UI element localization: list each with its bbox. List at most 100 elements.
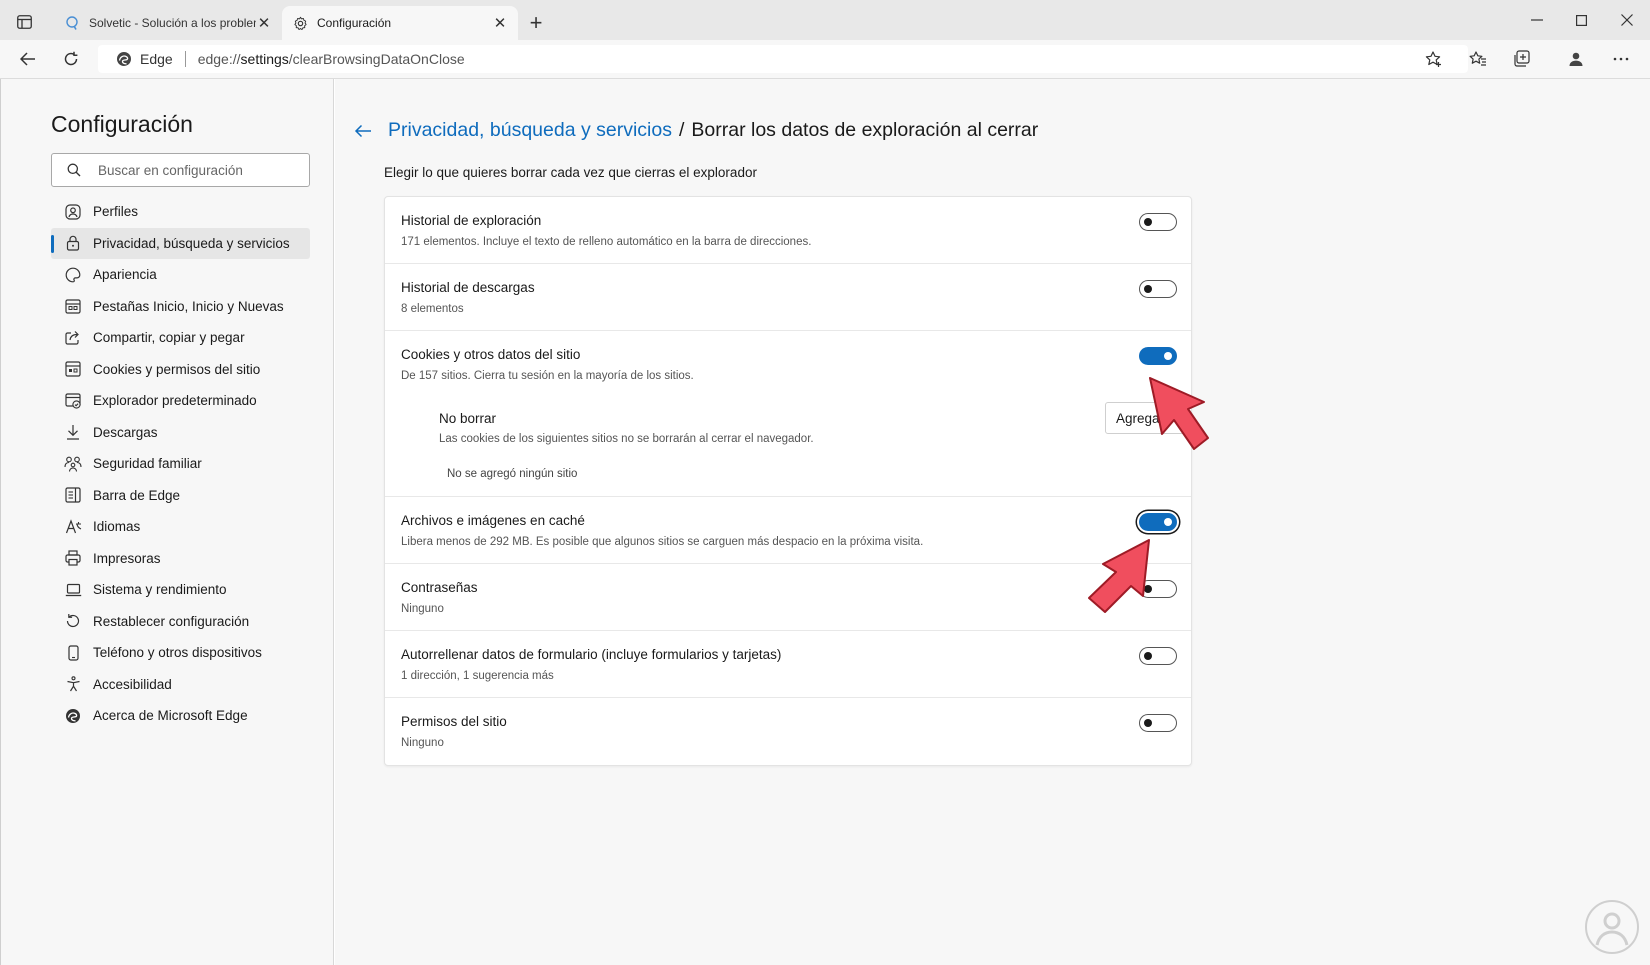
share-icon <box>64 329 82 347</box>
option-row-autorrellenar: Autorrellenar datos de formulario (inclu… <box>385 631 1191 698</box>
add-favorite-icon[interactable] <box>1419 45 1449 73</box>
annotation-arrow-icon <box>1088 539 1150 613</box>
new-tab-button[interactable]: + <box>525 12 547 34</box>
address-bar[interactable]: Edge edge://settings/clearBrowsingDataOn… <box>98 45 1468 73</box>
maximize-icon[interactable] <box>1561 8 1601 32</box>
url-text: edge://settings/clearBrowsingDataOnClose <box>197 51 465 67</box>
favorites-icon[interactable] <box>1463 45 1493 73</box>
back-icon[interactable] <box>13 45 43 73</box>
sidebar-item-seguridad-familiar[interactable]: Seguridad familiar <box>51 448 310 480</box>
breadcrumb: Privacidad, búsqueda y servicios / Borra… <box>352 119 1038 142</box>
tab-solvetic[interactable]: Solvetic - Solución a los problem ✕ <box>54 6 282 40</box>
no-borrar-section: No borrar Las cookies de los siguientes … <box>439 411 814 480</box>
site-permissions-icon <box>64 360 82 378</box>
sidebar-item-accesibilidad[interactable]: Accesibilidad <box>51 669 310 701</box>
sidebar-item-label: Acerca de Microsoft Edge <box>93 708 248 724</box>
option-subtitle: Libera menos de 292 MB. Es posible que a… <box>401 536 924 548</box>
option-subtitle: De 157 sitios. Cierra tu sesión en la ma… <box>401 370 694 382</box>
tab-configuracion[interactable]: Configuración ✕ <box>282 6 518 40</box>
sidebar-item-privacidad[interactable]: Privacidad, búsqueda y servicios <box>51 227 310 259</box>
sidebar-item-descargas[interactable]: Descargas <box>51 417 310 449</box>
sidebar-item-label: Privacidad, búsqueda y servicios <box>93 235 290 251</box>
autofill-toggle[interactable] <box>1139 647 1177 665</box>
sidebar-item-impresoras[interactable]: Impresoras <box>51 543 310 575</box>
sidebar-item-compartir[interactable]: Compartir, copiar y pegar <box>51 322 310 354</box>
no-borrar-subtitle: Las cookies de los siguientes sitios no … <box>439 433 814 445</box>
sidebar-item-label: Impresoras <box>93 550 161 566</box>
option-row-contrasenas: Contraseñas Ninguno <box>385 564 1191 631</box>
sidebar-item-label: Perfiles <box>93 204 139 220</box>
collections-icon[interactable] <box>1507 45 1537 73</box>
minimize-icon[interactable] <box>1517 8 1557 32</box>
option-row-historial-exploracion: Historial de exploración 171 elementos. … <box>385 197 1191 264</box>
option-title: Cookies y otros datos del sitio <box>401 347 581 362</box>
sidebar-item-label: Explorador predeterminado <box>93 393 257 409</box>
site-permissions-toggle[interactable] <box>1139 714 1177 732</box>
sidebar-item-label: Teléfono y otros dispositivos <box>93 645 262 661</box>
tab-title: Solvetic - Solución a los problem <box>89 16 256 30</box>
option-row-permisos: Permisos del sitio Ninguno <box>385 698 1191 765</box>
settings-nav: Perfiles Privacidad, búsqueda y servicio… <box>51 196 310 732</box>
title-bar: Solvetic - Solución a los problem ✕ Conf… <box>0 0 1650 40</box>
watermark-logo-icon <box>1585 900 1639 954</box>
option-title: Autorrellenar datos de formulario (inclu… <box>401 647 782 662</box>
default-browser-icon <box>64 392 82 410</box>
search-input[interactable] <box>96 161 300 179</box>
no-sites-text: No se agregó ningún sitio <box>447 468 578 480</box>
option-title: Permisos del sitio <box>401 714 507 729</box>
option-subtitle: 8 elementos <box>401 303 464 315</box>
download-history-toggle[interactable] <box>1139 280 1177 298</box>
edge-bar-icon <box>64 486 82 504</box>
laptop-icon <box>64 581 82 599</box>
tab-close-icon[interactable]: ✕ <box>256 15 272 32</box>
refresh-icon[interactable] <box>56 45 86 73</box>
breadcrumb-parent-link[interactable]: Privacidad, búsqueda y servicios <box>388 119 672 142</box>
sidebar-item-restablecer[interactable]: Restablecer configuración <box>51 606 310 638</box>
sidebar-item-apariencia[interactable]: Apariencia <box>51 259 310 291</box>
profile-avatar-icon[interactable] <box>1561 45 1591 73</box>
option-row-historial-descargas: Historial de descargas 8 elementos <box>385 264 1191 331</box>
palette-icon <box>64 266 82 284</box>
edge-icon <box>64 707 82 725</box>
back-arrow-icon[interactable] <box>352 120 374 142</box>
tab-actions-icon[interactable] <box>10 10 38 34</box>
option-row-cookies: Cookies y otros datos del sitio De 157 s… <box>385 331 1191 497</box>
cache-toggle[interactable] <box>1139 513 1177 531</box>
family-icon <box>64 455 82 473</box>
sidebar-item-label: Cookies y permisos del sitio <box>93 361 261 377</box>
search-box[interactable] <box>51 153 310 187</box>
close-window-icon[interactable] <box>1607 8 1647 32</box>
address-divider <box>184 51 186 67</box>
sidebar-item-sistema[interactable]: Sistema y rendimiento <box>51 574 310 606</box>
sidebar-item-acerca[interactable]: Acerca de Microsoft Edge <box>51 700 310 732</box>
sidebar-item-label: Accesibilidad <box>93 676 172 692</box>
sidebar-item-label: Pestañas Inicio, Inicio y Nuevas <box>93 298 284 314</box>
more-menu-icon[interactable] <box>1606 45 1636 73</box>
solvetic-favicon-icon <box>64 15 80 31</box>
sidebar-item-telefono[interactable]: Teléfono y otros dispositivos <box>51 637 310 669</box>
option-row-cache: Archivos e imágenes en caché Libera meno… <box>385 497 1191 564</box>
cookies-toggle[interactable] <box>1139 347 1177 365</box>
phone-icon <box>64 644 82 662</box>
gear-icon <box>292 15 308 31</box>
no-borrar-title: No borrar <box>439 411 497 426</box>
sidebar-item-label: Apariencia <box>93 267 157 283</box>
sidebar-item-pestanas[interactable]: Pestañas Inicio, Inicio y Nuevas <box>51 291 310 323</box>
edge-logo-icon <box>116 51 132 67</box>
sidebar-item-label: Seguridad familiar <box>93 456 202 472</box>
sidebar-item-perfiles[interactable]: Perfiles <box>51 196 310 228</box>
reset-icon <box>64 612 82 630</box>
tab-close-icon[interactable]: ✕ <box>492 15 508 32</box>
download-icon <box>64 423 82 441</box>
sidebar-item-explorador[interactable]: Explorador predeterminado <box>51 385 310 417</box>
tab-title: Configuración <box>317 16 392 30</box>
sidebar-item-barra-edge[interactable]: Barra de Edge <box>51 480 310 512</box>
sidebar-item-idiomas[interactable]: Idiomas <box>51 511 310 543</box>
browsing-history-toggle[interactable] <box>1139 213 1177 231</box>
settings-sidebar: Configuración Perfiles Privacidad, búsqu… <box>0 79 334 965</box>
option-subtitle: Ninguno <box>401 603 444 615</box>
sidebar-item-label: Restablecer configuración <box>93 613 250 629</box>
sidebar-item-label: Sistema y rendimiento <box>93 582 227 598</box>
option-subtitle: 1 dirección, 1 sugerencia más <box>401 670 554 682</box>
sidebar-item-cookies[interactable]: Cookies y permisos del sitio <box>51 354 310 386</box>
